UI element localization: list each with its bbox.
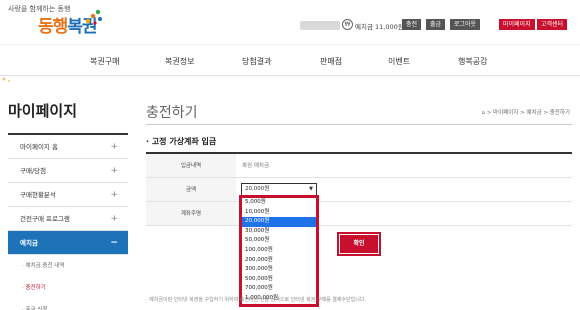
sidebar-item-deposit[interactable]: 예치금 − <box>8 231 128 255</box>
logout-button[interactable]: 로그아웃 <box>450 19 481 30</box>
sidebar-subitem-deposit-history[interactable]: · 예치금 충전 내역 <box>8 255 128 277</box>
sidebar-item-label: 마이페이지 홈 <box>20 143 58 151</box>
coin-icon: ₩ <box>342 19 353 30</box>
dropdown-option-selected[interactable]: 20,000원 <box>242 217 316 227</box>
sidebar-item-label: 구매/당첨 <box>20 167 47 175</box>
nav-item-buy[interactable]: 복권구매 <box>90 56 119 67</box>
amount-dropdown-list: 5,000원 10,000원 20,000원 30,000원 50,000원 1… <box>241 197 317 305</box>
header: 사랑을 함께하는 동행 동행복권 ₩ 예치금 11,000원 충전 출금 로그아… <box>0 0 580 44</box>
withdraw-button[interactable]: 출금 <box>426 19 446 30</box>
sidebar-item-healthy-program[interactable]: 건전구매 프로그램 + <box>8 207 128 231</box>
minus-icon: − <box>110 238 118 248</box>
nav-item-stores[interactable]: 판매점 <box>320 56 342 67</box>
sidebar-menu: 마이페이지 홈 + 구매/당첨 + 구매현황분석 + 건전구매 프로그램 + 예치금 − … <box>8 133 128 310</box>
sidebar-item-label: 건전구매 프로그램 <box>20 215 70 223</box>
dropdown-option[interactable]: 100,000원 <box>242 246 316 256</box>
home-icon[interactable]: ⌂ <box>481 110 485 116</box>
balance-text: 예치금 11,000원 <box>355 23 404 31</box>
mypage-button[interactable]: 마이페이지 <box>499 19 535 30</box>
plus-icon: + <box>110 214 118 224</box>
section-title: · 고정 가상계좌 입금 <box>146 137 217 146</box>
row-label: 입금내역 <box>146 154 236 177</box>
notice-text: · 예치금이란 인터넷 복권을 구입하기 위하여 충전하는 선불 금액으로 인터… <box>146 297 367 303</box>
decorative-dots <box>2 77 10 82</box>
logo-sparkle-icon <box>85 9 102 25</box>
sidebar-subitem-withdraw[interactable]: · 출금 신청 <box>8 299 128 310</box>
caret-down-icon: ▼ <box>309 186 313 192</box>
plus-icon: + <box>110 166 118 176</box>
amount-select[interactable]: 20,000원 ▼ <box>241 183 317 196</box>
customer-center-button[interactable]: 고객센터 <box>537 19 568 30</box>
deposit-form-table: 입금내역 복권 예치금 금액 계좌주명 <box>146 152 572 226</box>
sidebar-item-purchase-win[interactable]: 구매/당첨 + <box>8 159 128 183</box>
dropdown-option[interactable]: 200,000원 <box>242 256 316 266</box>
row-value: 복권 예치금 <box>242 163 270 169</box>
dropdown-option[interactable]: 5,000원 <box>242 198 316 208</box>
form-row-amount: 금액 <box>146 178 572 202</box>
dropdown-option[interactable]: 10,000원 <box>242 208 316 218</box>
sidebar-item-mypage-home[interactable]: 마이페이지 홈 + <box>8 135 128 159</box>
row-label: 금액 <box>146 178 236 201</box>
nav-item-events[interactable]: 이벤트 <box>388 56 410 67</box>
plus-icon: + <box>110 190 118 200</box>
form-row-account-holder: 계좌주명 <box>146 202 572 226</box>
nav-item-info[interactable]: 복권정보 <box>165 56 194 67</box>
sidebar-item-analysis[interactable]: 구매현황분석 + <box>8 183 128 207</box>
row-label: 계좌주명 <box>146 202 236 225</box>
dropdown-option[interactable]: 700,000원 <box>242 284 316 294</box>
user-name-blurred <box>300 21 340 30</box>
dropdown-option[interactable]: 500,000원 <box>242 275 316 285</box>
amount-select-value: 20,000원 <box>245 186 270 192</box>
breadcrumb: ⌂ > 마이페이지 > 예치금 > 충전하기 <box>481 108 570 116</box>
sidebar-title: 마이페이지 <box>8 102 78 120</box>
confirm-button[interactable]: 확인 <box>340 235 378 253</box>
form-row-deposit-type: 입금내역 복권 예치금 <box>146 154 572 178</box>
global-nav: 복권구매 복권정보 당첨결과 판매점 이벤트 행복공감 <box>0 44 580 76</box>
breadcrumb-path: > 마이페이지 > 예치금 > 충전하기 <box>486 110 570 116</box>
sidebar-item-label: 예치금 <box>20 239 38 247</box>
dropdown-option[interactable]: 50,000원 <box>242 236 316 246</box>
logo-text-1: 동행 <box>38 17 68 37</box>
plus-icon: + <box>110 142 118 152</box>
page-title: 충전하기 <box>146 105 198 121</box>
sidebar-item-label: 구매현황분석 <box>20 191 56 199</box>
charge-button[interactable]: 충전 <box>402 19 422 30</box>
dropdown-option[interactable]: 300,000원 <box>242 265 316 275</box>
nav-item-happy[interactable]: 행복공감 <box>458 56 487 67</box>
nav-item-results[interactable]: 당첨결과 <box>242 56 271 67</box>
dropdown-option[interactable]: 30,000원 <box>242 227 316 237</box>
divider <box>146 124 572 125</box>
sidebar-subitem-charge[interactable]: · 충전하기 <box>8 277 128 299</box>
